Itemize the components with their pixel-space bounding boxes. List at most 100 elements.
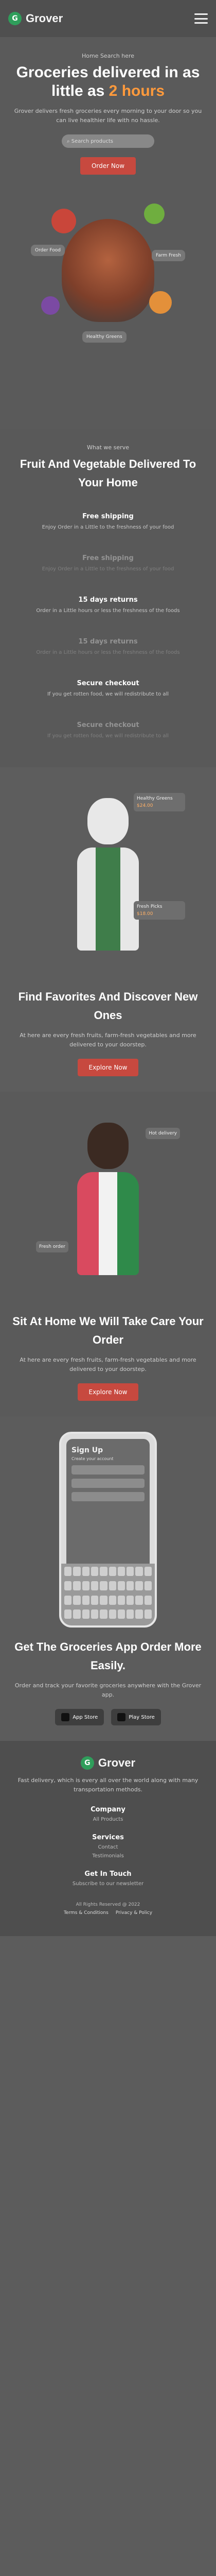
- phone-email-field[interactable]: [71, 1479, 145, 1488]
- hero-text: Grover delivers fresh groceries every mo…: [14, 108, 202, 124]
- app-section: Sign Up Create your account Get The Groc…: [0, 1416, 216, 1741]
- courier-head: [87, 1123, 129, 1169]
- chef-figure: [77, 798, 139, 963]
- feature-title: Secure checkout: [77, 721, 139, 729]
- feature-text: If you get rotten food, we will redistri…: [47, 691, 169, 697]
- fresh-title: Fruit And Vegetable Delivered To Your Ho…: [20, 457, 196, 489]
- feature-title: 15 days returns: [78, 638, 138, 646]
- courier-body: [77, 1172, 139, 1275]
- chef-body: [77, 848, 139, 951]
- footer-tagline: Fast delivery, which is every all over t…: [17, 1777, 199, 1793]
- footer: G Grover Fast delivery, which is every a…: [0, 1741, 216, 1936]
- hero-chip-fresh[interactable]: Farm Fresh: [152, 250, 185, 261]
- fresh-section: What we serve Fruit And Vegetable Delive…: [0, 429, 216, 767]
- feature-list: Free shipping Enjoy Order in a Little to…: [12, 501, 204, 752]
- footer-link[interactable]: All Products: [12, 1817, 204, 1822]
- apple-icon: [61, 1713, 70, 1721]
- store-buttons: App Store Play Store: [12, 1709, 204, 1725]
- home-section: Hot delivery Fresh order Sit At Home We …: [0, 1092, 216, 1416]
- home-text: At here are every fresh fruits, farm-fre…: [20, 1357, 196, 1372]
- feature-item: Free shipping Enjoy Order in a Little to…: [12, 543, 204, 585]
- footer-heading: Services: [92, 1834, 124, 1841]
- hero-search-placeholder: Search products: [71, 138, 113, 144]
- lime-icon: [144, 204, 165, 224]
- play-store-label: Play Store: [129, 1714, 155, 1720]
- orange-icon: [149, 291, 172, 314]
- hero-eyebrow: Home Search here: [81, 53, 135, 59]
- product-card-price: $18.00: [137, 911, 153, 917]
- explore-now-button[interactable]: Explore Now: [77, 1383, 139, 1401]
- logo-icon: G: [80, 1756, 94, 1770]
- brand-name: Grover: [98, 1756, 136, 1769]
- footer-link[interactable]: Contact: [12, 1844, 204, 1850]
- feature-title: Free shipping: [82, 554, 134, 562]
- footer-logo[interactable]: G Grover: [12, 1756, 204, 1770]
- privacy-link[interactable]: Privacy & Policy: [116, 1910, 152, 1916]
- copyright: All Rights Reserved @ 2022: [76, 1902, 140, 1907]
- phone-subtitle: Create your account: [71, 1456, 114, 1461]
- brand-logo[interactable]: G Grover: [8, 12, 63, 25]
- chef-head: [87, 798, 129, 844]
- product-card-price: $24.00: [137, 803, 153, 808]
- fresh-eyebrow: What we serve: [87, 444, 129, 451]
- hero-title: Groceries delivered in as little as 2 ho…: [12, 63, 204, 100]
- feature-item: Secure checkout If you get rotten food, …: [12, 710, 204, 752]
- order-now-button[interactable]: Order Now: [80, 157, 136, 175]
- favorites-image: Healthy Greens $24.00 Fresh Picks $18.00: [31, 783, 185, 978]
- legal-links: Terms & Conditions Privacy & Policy: [12, 1910, 204, 1916]
- grape-icon: [41, 296, 60, 315]
- home-title: Sit At Home We Will Take Care Your Order: [12, 1315, 204, 1346]
- courier-figure: [77, 1123, 139, 1287]
- app-title: Get The Groceries App Order More Easily.: [14, 1640, 202, 1672]
- phone-title: Sign Up: [71, 1446, 103, 1454]
- feature-title: Free shipping: [82, 513, 134, 520]
- terms-link[interactable]: Terms & Conditions: [64, 1910, 109, 1916]
- hero-title-main: Groceries delivered in as little as: [16, 64, 200, 99]
- product-card-title: Healthy Greens: [137, 796, 173, 801]
- footer-heading: Company: [91, 1806, 125, 1814]
- footer-heading: Get In Touch: [84, 1870, 132, 1878]
- feature-text: If you get rotten food, we will redistri…: [47, 733, 169, 739]
- app-store-button[interactable]: App Store: [55, 1709, 104, 1725]
- play-store-button[interactable]: Play Store: [111, 1709, 161, 1725]
- logo-icon: G: [8, 12, 22, 25]
- footer-link[interactable]: Subscribe to our newsletter: [12, 1881, 204, 1887]
- order-tag: Fresh order: [36, 1241, 68, 1252]
- feature-text: Enjoy Order in a Little to the freshness…: [42, 566, 174, 572]
- top-bar: G Grover: [0, 0, 216, 37]
- hero-section: Home Search here Groceries delivered in …: [0, 37, 216, 429]
- feature-item: 15 days returns Order in a Little hours …: [12, 626, 204, 668]
- app-text: Order and track your favorite groceries …: [14, 1682, 202, 1698]
- favorites-title: Find Favorites And Discover New Ones: [18, 990, 198, 1022]
- favorites-text: At here are every fresh fruits, farm-fre…: [20, 1032, 196, 1048]
- menu-icon[interactable]: [194, 13, 208, 24]
- footer-link[interactable]: Testimonials: [12, 1853, 204, 1859]
- phone-mockup: Sign Up Create your account: [59, 1432, 157, 1628]
- product-card[interactable]: Fresh Picks $18.00: [134, 901, 185, 920]
- feature-title: 15 days returns: [78, 596, 138, 604]
- feature-text: Order in a Little hours or less the fres…: [36, 650, 180, 655]
- tomato-icon: [51, 209, 76, 233]
- feature-item: Secure checkout If you get rotten food, …: [12, 668, 204, 710]
- favorites-section: Healthy Greens $24.00 Fresh Picks $18.00…: [0, 767, 216, 1092]
- search-icon: ⌕: [67, 138, 71, 144]
- product-card[interactable]: Healthy Greens $24.00: [134, 793, 185, 811]
- feature-item: Free shipping Enjoy Order in a Little to…: [12, 501, 204, 543]
- phone-keyboard: [61, 1564, 155, 1625]
- app-store-label: App Store: [73, 1714, 98, 1720]
- phone-name-field[interactable]: [71, 1465, 145, 1475]
- feature-text: Order in a Little hours or less the fres…: [36, 608, 180, 614]
- hero-search[interactable]: ⌕ Search products: [62, 134, 154, 148]
- explore-now-button[interactable]: Explore Now: [77, 1059, 139, 1076]
- product-card-title: Fresh Picks: [137, 904, 163, 909]
- feature-text: Enjoy Order in a Little to the freshness…: [42, 524, 174, 530]
- grocery-bowl: [62, 219, 154, 322]
- home-image: Hot delivery Fresh order: [31, 1107, 185, 1303]
- hero-title-accent: 2 hours: [109, 82, 165, 99]
- brand-name: Grover: [26, 12, 63, 25]
- hero-chip-order[interactable]: Order Food: [31, 245, 65, 256]
- hero-chip-greens[interactable]: Healthy Greens: [82, 331, 127, 343]
- phone-password-field[interactable]: [71, 1492, 145, 1501]
- feature-item: 15 days returns Order in a Little hours …: [12, 585, 204, 626]
- delivery-tag: Hot delivery: [146, 1128, 180, 1139]
